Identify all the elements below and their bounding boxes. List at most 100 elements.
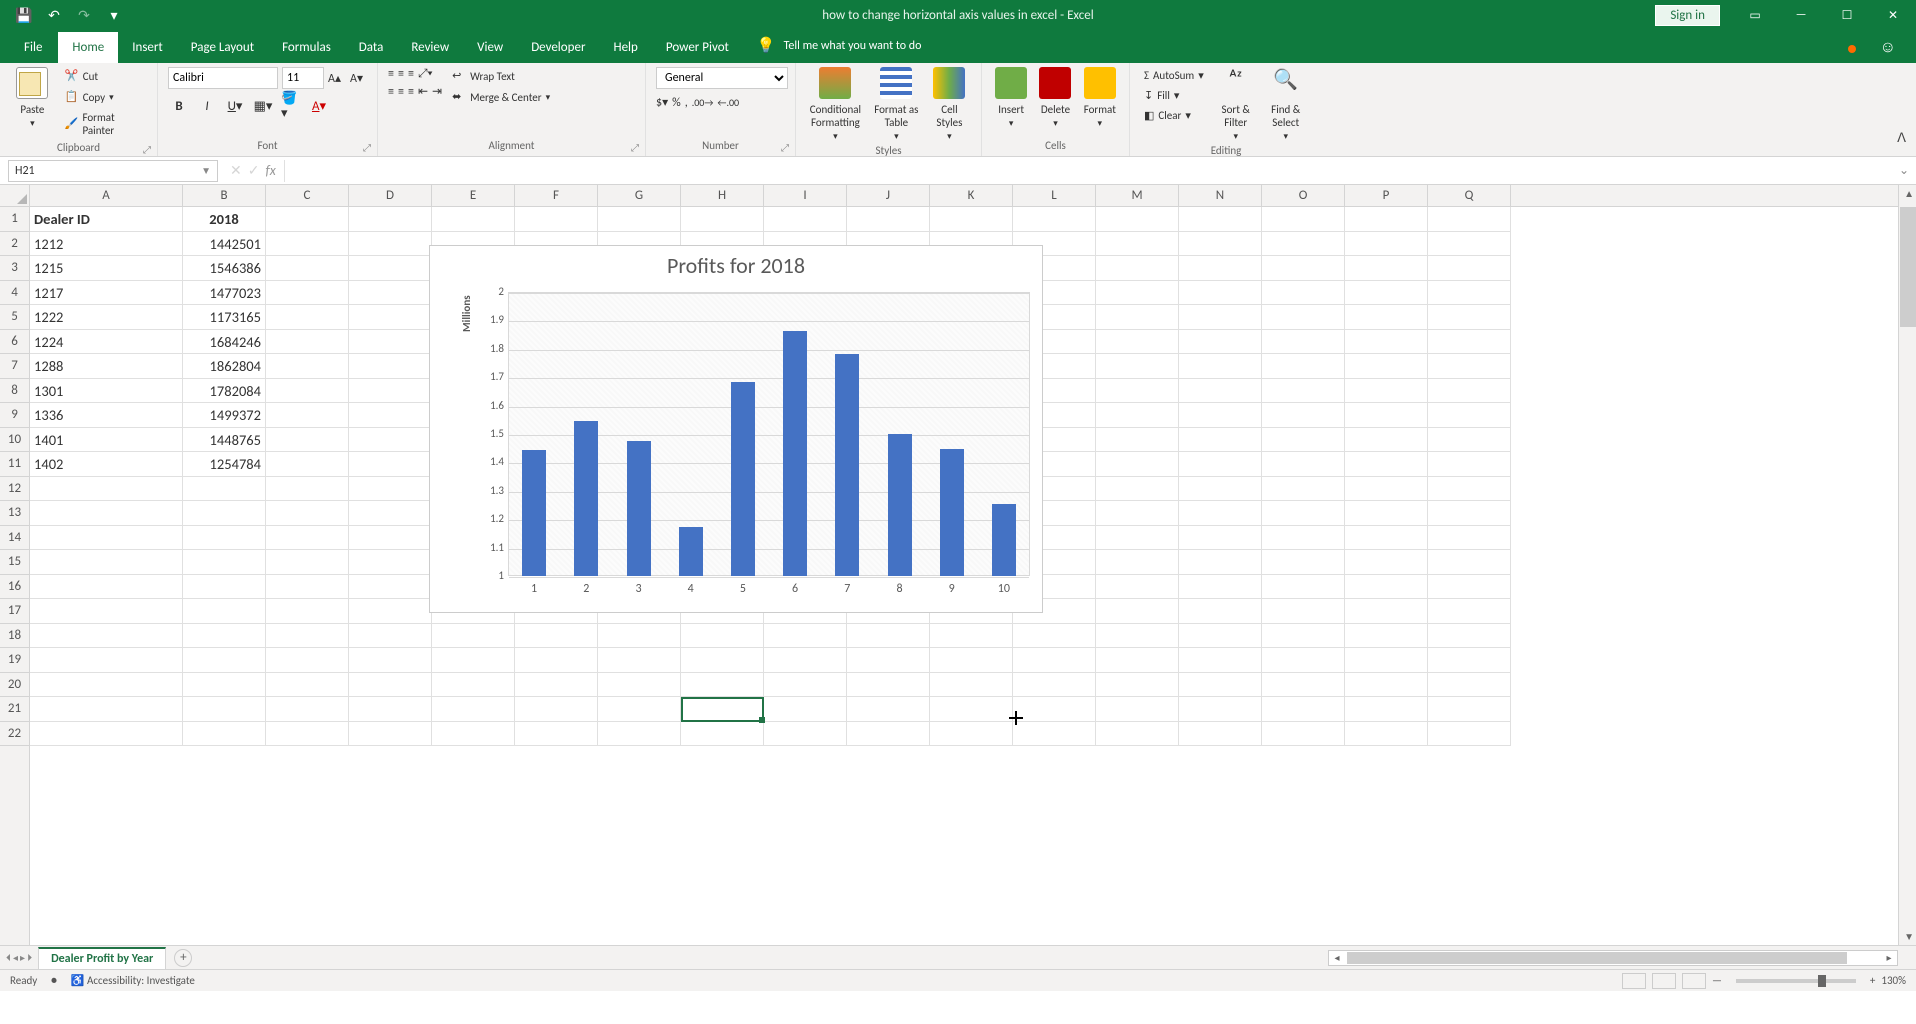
cell[interactable] (1428, 256, 1511, 281)
cell[interactable] (1262, 428, 1345, 453)
font-name-input[interactable] (168, 67, 278, 89)
cell[interactable] (1096, 648, 1179, 673)
cut-button[interactable]: ✂️Cut (61, 67, 147, 85)
cell[interactable] (598, 207, 681, 232)
cell[interactable] (515, 673, 598, 698)
cell[interactable] (764, 722, 847, 747)
cell[interactable] (349, 624, 432, 649)
accessibility-status[interactable]: ♿ Accessibility: Investigate (71, 974, 195, 987)
align-left-icon[interactable]: ≡ (388, 85, 394, 99)
cell[interactable] (1013, 673, 1096, 698)
cell[interactable] (1428, 526, 1511, 551)
cell[interactable] (1096, 403, 1179, 428)
cell[interactable] (930, 207, 1013, 232)
cell[interactable] (847, 648, 930, 673)
row-header[interactable]: 9 (0, 403, 29, 428)
cell[interactable] (1345, 232, 1428, 257)
cell[interactable] (681, 624, 764, 649)
cell[interactable] (183, 526, 266, 551)
find-select-button[interactable]: 🔍Find & Select▾ (1264, 67, 1308, 142)
cell[interactable] (1179, 428, 1262, 453)
cell[interactable] (1096, 232, 1179, 257)
cell[interactable] (1096, 697, 1179, 722)
cell[interactable] (183, 697, 266, 722)
cell[interactable] (1428, 403, 1511, 428)
cell[interactable] (1096, 673, 1179, 698)
cell[interactable] (30, 722, 183, 747)
cell[interactable] (515, 697, 598, 722)
cell[interactable] (349, 256, 432, 281)
cell[interactable]: 1173165 (183, 305, 266, 330)
cell[interactable] (1428, 330, 1511, 355)
cell-styles-button[interactable]: Cell Styles▾ (928, 67, 971, 142)
increase-indent-icon[interactable]: ⇥ (432, 84, 442, 99)
cell[interactable] (432, 722, 515, 747)
cell[interactable]: 1782084 (183, 379, 266, 404)
cell[interactable] (266, 575, 349, 600)
cell[interactable] (266, 207, 349, 232)
cell[interactable] (1345, 256, 1428, 281)
font-color-icon[interactable]: A▾ (308, 95, 330, 117)
cell[interactable] (1096, 281, 1179, 306)
cell[interactable] (681, 648, 764, 673)
cell[interactable] (266, 354, 349, 379)
minimize-icon[interactable]: — (1778, 0, 1824, 30)
cell[interactable] (30, 501, 183, 526)
cell[interactable] (1262, 452, 1345, 477)
formula-input[interactable] (284, 160, 1892, 182)
column-header[interactable]: L (1013, 185, 1096, 206)
cell[interactable] (598, 624, 681, 649)
cell[interactable] (1179, 232, 1262, 257)
cell[interactable]: 1224 (30, 330, 183, 355)
cell[interactable] (847, 697, 930, 722)
cell[interactable] (1428, 599, 1511, 624)
cell[interactable] (183, 722, 266, 747)
cell[interactable] (1096, 526, 1179, 551)
sheet-nav-prev-icon[interactable]: ◂ (13, 951, 18, 964)
row-header[interactable]: 22 (0, 722, 29, 747)
cell[interactable] (930, 722, 1013, 747)
cell[interactable] (1345, 281, 1428, 306)
cell[interactable] (266, 477, 349, 502)
cell[interactable] (1096, 624, 1179, 649)
cell[interactable] (1096, 452, 1179, 477)
sort-filter-button[interactable]: ᴬᶻSort & Filter▾ (1214, 67, 1258, 142)
cell[interactable] (1345, 526, 1428, 551)
cell[interactable]: 1217 (30, 281, 183, 306)
cell[interactable] (1179, 452, 1262, 477)
cell[interactable] (1345, 452, 1428, 477)
cell[interactable] (1345, 379, 1428, 404)
select-all-corner[interactable] (0, 185, 30, 207)
cell[interactable] (1345, 648, 1428, 673)
horizontal-scrollbar[interactable]: ◂ ▸ (1328, 950, 1898, 966)
align-top-icon[interactable]: ≡ (388, 67, 394, 81)
cell[interactable] (515, 624, 598, 649)
cell[interactable] (1179, 330, 1262, 355)
cell[interactable]: 1215 (30, 256, 183, 281)
cell[interactable] (349, 281, 432, 306)
cell[interactable] (930, 697, 1013, 722)
cell[interactable] (1262, 673, 1345, 698)
cell[interactable] (1096, 256, 1179, 281)
cell[interactable] (266, 330, 349, 355)
cell[interactable]: 2018 (183, 207, 266, 232)
zoom-out-icon[interactable]: — (1712, 974, 1722, 987)
row-header[interactable]: 8 (0, 379, 29, 404)
cell[interactable] (764, 673, 847, 698)
row-header[interactable]: 15 (0, 550, 29, 575)
cell[interactable] (515, 207, 598, 232)
cell[interactable]: 1499372 (183, 403, 266, 428)
cell[interactable] (1428, 452, 1511, 477)
cell[interactable] (1262, 281, 1345, 306)
row-header[interactable]: 3 (0, 256, 29, 281)
cell[interactable] (847, 673, 930, 698)
cell[interactable] (1013, 722, 1096, 747)
cell[interactable] (266, 305, 349, 330)
row-header[interactable]: 14 (0, 526, 29, 551)
cell[interactable] (349, 722, 432, 747)
cell[interactable] (1428, 354, 1511, 379)
cell[interactable] (515, 722, 598, 747)
copy-button[interactable]: 📋Copy ▾ (61, 88, 147, 106)
cell[interactable] (1179, 722, 1262, 747)
cell[interactable] (1345, 624, 1428, 649)
